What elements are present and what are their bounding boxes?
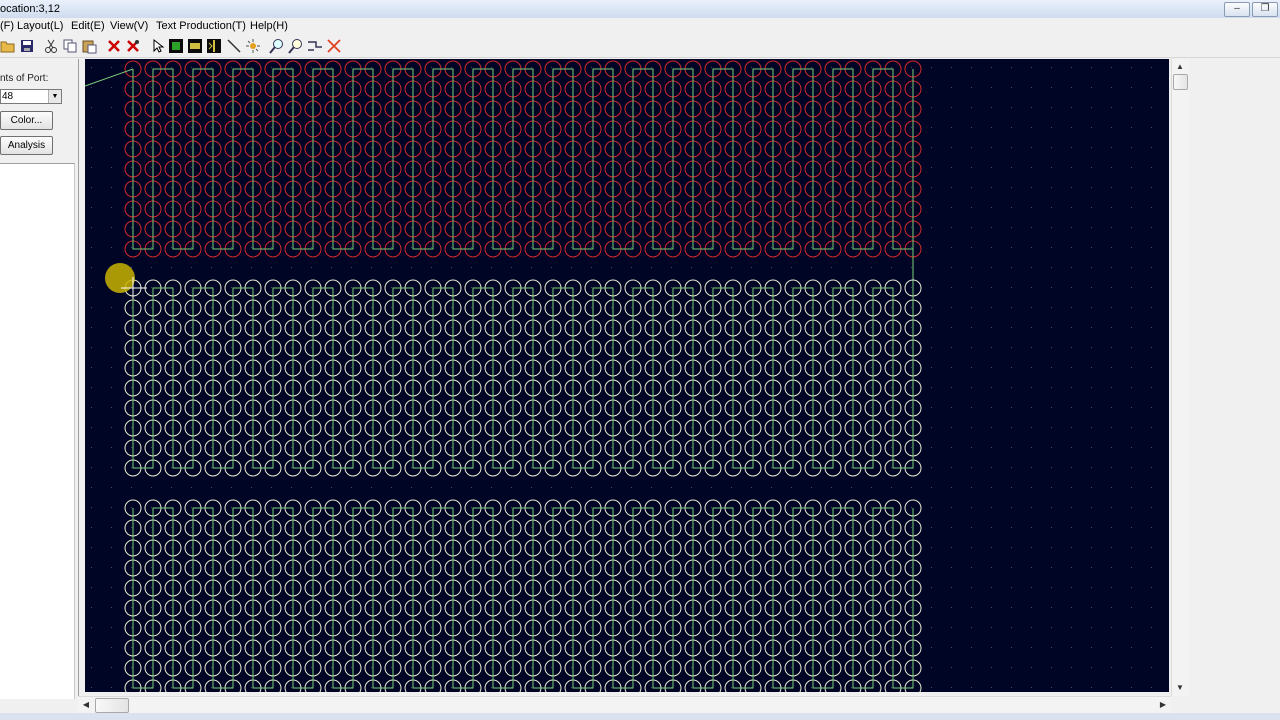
close-icon[interactable]	[326, 38, 342, 54]
delete-icon[interactable]	[106, 38, 122, 54]
menu-file[interactable]: (F)	[0, 20, 14, 32]
explode-icon[interactable]	[245, 38, 261, 54]
save-icon[interactable]	[19, 38, 35, 54]
vertical-scrollbar[interactable]: ▲ ▼	[1171, 59, 1189, 696]
rectangle-icon[interactable]	[168, 38, 184, 54]
chevron-down-icon[interactable]: ▼	[48, 90, 61, 103]
panel-list-area	[0, 163, 75, 699]
mirror-icon[interactable]	[206, 38, 222, 54]
paste-icon[interactable]	[81, 38, 97, 54]
select-arrow-icon[interactable]	[150, 38, 166, 54]
status-bar	[0, 713, 1280, 720]
zoom-in-icon[interactable]	[269, 38, 285, 54]
horizontal-scroll-thumb[interactable]	[95, 698, 129, 713]
restore-button[interactable]: ❐	[1252, 2, 1278, 17]
properties-panel: nts of Port: 48 ▼ Color... Analysis	[0, 59, 79, 699]
fill-icon[interactable]	[187, 38, 203, 54]
line-icon[interactable]	[226, 38, 242, 54]
open-folder-icon[interactable]	[0, 38, 16, 54]
vertical-scroll-thumb[interactable]	[1173, 74, 1188, 90]
zoom-fit-icon[interactable]	[307, 38, 323, 54]
minimize-button[interactable]: –	[1224, 2, 1250, 17]
port-select[interactable]: 48 ▼	[0, 89, 62, 104]
port-label: nts of Port:	[0, 73, 49, 84]
cut-icon[interactable]	[43, 38, 59, 54]
copy-icon[interactable]	[62, 38, 78, 54]
zoom-out-icon[interactable]	[288, 38, 304, 54]
menu-help[interactable]: Help(H)	[250, 20, 288, 32]
menu-layout[interactable]: Layout(L)	[17, 20, 63, 32]
scroll-up-arrow[interactable]: ▲	[1172, 59, 1188, 75]
menu-edit[interactable]: Edit(E)	[71, 20, 105, 32]
toolbar	[0, 35, 1280, 58]
port-select-value: 48	[2, 91, 14, 102]
layout-canvas[interactable]	[85, 59, 1169, 692]
scroll-left-arrow[interactable]: ◀	[78, 697, 94, 713]
menu-view[interactable]: View(V)	[110, 20, 148, 32]
scroll-right-arrow[interactable]: ▶	[1155, 697, 1171, 713]
window-title: ocation:3,12	[0, 3, 60, 15]
color-button[interactable]: Color...	[0, 111, 53, 130]
lead-line	[85, 68, 134, 87]
red-port-circles	[124, 60, 922, 258]
layout-drawing	[85, 60, 1152, 692]
white-port-circles-middle	[124, 279, 922, 477]
title-bar: ocation:3,12 – ❐	[0, 0, 1280, 19]
scroll-down-arrow[interactable]: ▼	[1172, 680, 1188, 696]
horizontal-scrollbar[interactable]: ◀ ▶	[78, 696, 1171, 714]
white-port-circles-bottom	[124, 499, 922, 692]
menu-text-production[interactable]: Text Production(T)	[156, 20, 246, 32]
delete-all-icon[interactable]	[125, 38, 141, 54]
analysis-button[interactable]: Analysis	[0, 136, 53, 155]
menu-bar: (F) Layout(L) Edit(E) View(V) Text Produ…	[0, 18, 1280, 35]
grid-dots	[91, 67, 1152, 688]
